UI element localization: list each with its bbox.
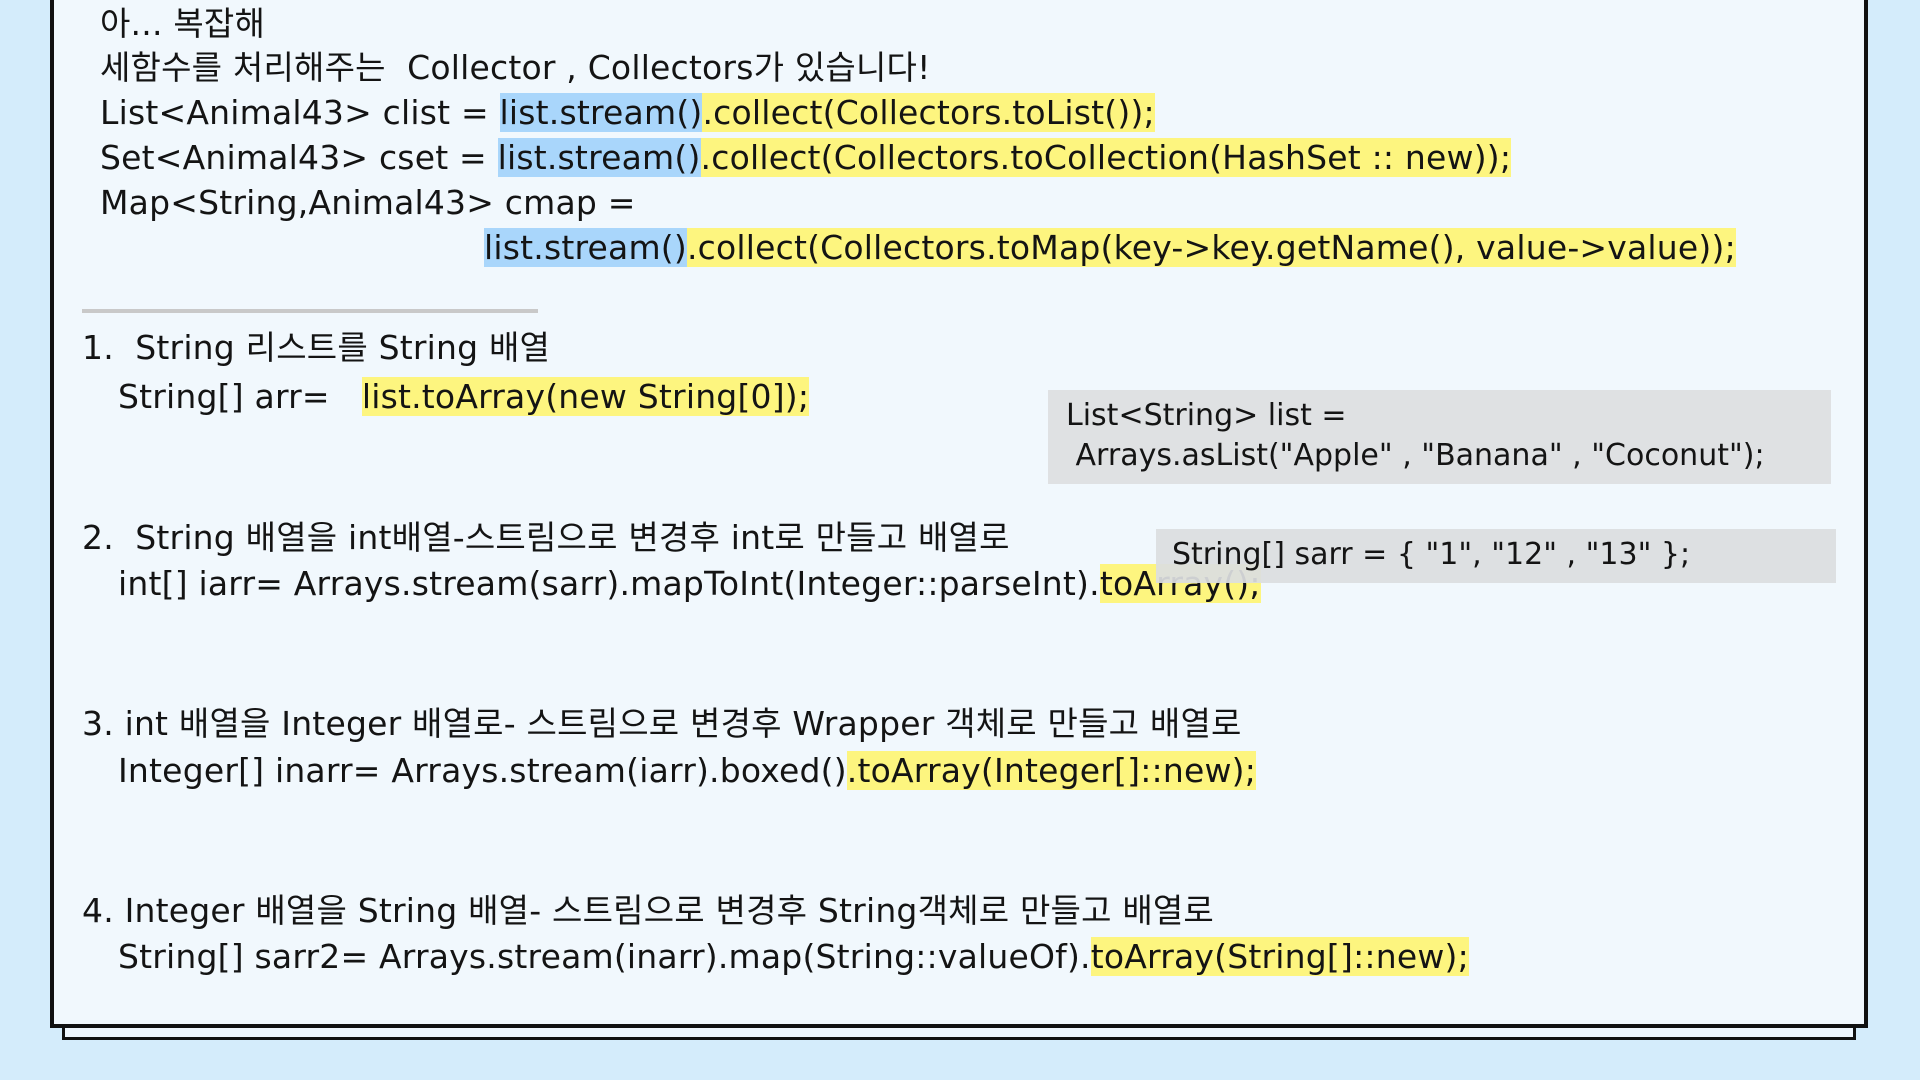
section-4-title: 4. Integer 배열을 String 배열- 스트림으로 변경후 Stri… <box>82 891 1214 930</box>
intro-exclamation: 아... 복잡해 <box>100 4 265 43</box>
list-example-line2: Arrays.asList("Apple" , "Banana" , "Coco… <box>1066 438 1765 473</box>
section-1-code: String[] arr= list.toArray(new String[0]… <box>118 375 810 419</box>
cset-stream-highlight: list.stream() <box>497 138 701 177</box>
clist-code: List<Animal43> clist = list.stream().col… <box>100 91 1155 135</box>
cset-collect-highlight: .collect(Collectors.toCollection(HashSet… <box>700 138 1512 177</box>
section-2-title: 2. String 배열을 int배열-스트림으로 변경후 int로 만들고 배… <box>82 518 1010 557</box>
cmap-stream-highlight: list.stream() <box>484 228 687 267</box>
section-1-title: 1. String 리스트를 String 배열 <box>82 328 551 367</box>
section-divider <box>82 309 538 313</box>
section-2-code: int[] iarr= Arrays.stream(sarr).mapToInt… <box>118 562 1261 606</box>
cmap-collect-highlight: .collect(Collectors.toMap(key->key.getNa… <box>686 228 1736 267</box>
section-3-code: Integer[] inarr= Arrays.stream(iarr).box… <box>118 749 1257 793</box>
section-4-code-pre: String[] sarr2= Arrays.stream(inarr).map… <box>118 937 1091 976</box>
cmap-declaration: Map<String,Animal43> cmap = <box>100 183 636 222</box>
list-example-box: List<String> list = Arrays.asList("Apple… <box>1048 390 1831 484</box>
cset-declaration: Set<Animal43> cset = <box>100 138 498 177</box>
section-2-code-pre: int[] iarr= Arrays.stream(sarr).mapToInt… <box>118 564 1100 603</box>
collector-intro: 세함수를 처리해주는 Collector , Collectors가 있습니다! <box>100 48 931 87</box>
clist-stream-highlight: list.stream() <box>499 93 703 132</box>
section-1-code-highlight: list.toArray(new String[0]); <box>361 377 810 416</box>
cmap-code: list.stream().collect(Collectors.toMap(k… <box>484 226 1736 270</box>
section-3-code-highlight: .toArray(Integer[]::new); <box>846 751 1257 790</box>
sarr-example-line: String[] sarr = { "1", "12" , "13" }; <box>1172 537 1691 572</box>
section-4-code-highlight: toArray(String[]::new); <box>1090 937 1469 976</box>
clist-declaration: List<Animal43> clist = <box>100 93 500 132</box>
sarr-example-box: String[] sarr = { "1", "12" , "13" }; <box>1156 529 1836 583</box>
section-3-code-pre: Integer[] inarr= Arrays.stream(iarr).box… <box>118 751 847 790</box>
section-3-title: 3. int 배열을 Integer 배열로- 스트림으로 변경후 Wrappe… <box>82 704 1242 743</box>
list-example-line1: List<String> list = <box>1066 398 1347 433</box>
clist-collect-highlight: .collect(Collectors.toList()); <box>702 93 1155 132</box>
cset-code: Set<Animal43> cset = list.stream().colle… <box>100 136 1512 180</box>
section-1-code-pre: String[] arr= <box>118 377 362 416</box>
section-4-code: String[] sarr2= Arrays.stream(inarr).map… <box>118 935 1469 979</box>
